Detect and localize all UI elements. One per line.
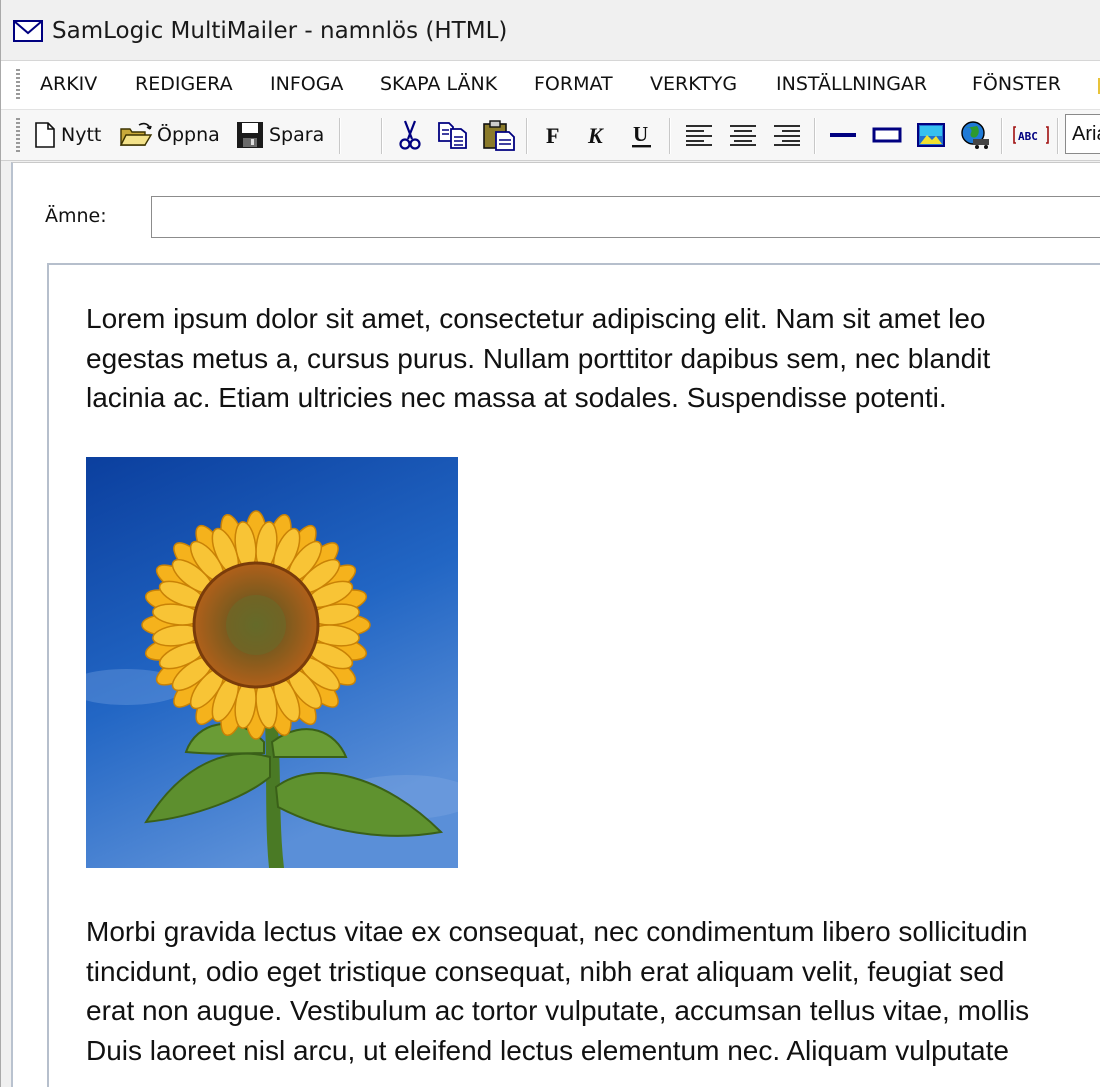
menu-verktyg[interactable]: VERKTYG [650, 73, 737, 95]
menu-fonster[interactable]: FÖNSTER [972, 73, 1061, 95]
svg-text:F: F [546, 123, 559, 148]
toolbar-grip-handle[interactable] [16, 118, 20, 152]
svg-text:ABC: ABC [1018, 130, 1038, 143]
menu-format[interactable]: FORMAT [534, 73, 613, 95]
menubar-grip-handle[interactable] [16, 69, 20, 101]
menu-infoga[interactable]: INFOGA [270, 73, 343, 95]
insert-link-button[interactable] [959, 116, 991, 154]
sunflower-photo[interactable] [86, 457, 458, 868]
menu-bar: ARKIV REDIGERA INFOGA SKAPA LÄNK FORMAT … [1, 61, 1100, 110]
spellcheck-button[interactable]: ABC [1012, 116, 1050, 154]
new-document-icon [35, 122, 55, 148]
toolbar-separator [1057, 118, 1059, 154]
body-line: Morbi gravida lectus vitae ex consequat,… [86, 916, 1028, 947]
web-globe-icon [961, 121, 989, 149]
toolbar-separator [339, 118, 341, 154]
menu-arkiv[interactable]: ARKIV [40, 73, 97, 95]
italic-icon: K [587, 123, 604, 148]
align-center-button[interactable] [728, 116, 758, 154]
insert-table-button[interactable] [872, 116, 902, 154]
bold-button[interactable]: F [544, 116, 566, 154]
paste-button[interactable] [482, 116, 516, 154]
toolbar: Nytt Öppna Spara F K U ABC Ari [1, 110, 1100, 161]
new-label: Nytt [61, 124, 102, 146]
toolbar-separator [814, 118, 816, 154]
insert-image-button[interactable] [916, 116, 946, 154]
body-paragraph-1: Lorem ipsum dolor sit amet, consectetur … [86, 299, 1100, 418]
font-select[interactable]: Arial [1065, 114, 1100, 154]
save-button[interactable]: Spara [235, 116, 324, 154]
cut-scissors-icon [399, 120, 421, 150]
paste-icon [483, 120, 515, 151]
toolbar-separator [381, 118, 383, 154]
window-title: SamLogic MultiMailer - namnlös (HTML) [52, 18, 508, 44]
body-paragraph-2: Morbi gravida lectus vitae ex consequat,… [86, 912, 1100, 1070]
underline-icon: U [632, 122, 651, 148]
align-left-icon [686, 125, 712, 146]
align-right-button[interactable] [772, 116, 802, 154]
save-label: Spara [269, 124, 325, 146]
title-bar[interactable]: SamLogic MultiMailer - namnlös (HTML) [1, 0, 1100, 61]
body-line: egestas metus a, cursus purus. Nullam po… [86, 342, 991, 374]
menu-skapa-lank[interactable]: SKAPA LÄNK [380, 73, 497, 95]
open-folder-icon [119, 122, 153, 146]
svg-text:K: K [587, 123, 604, 148]
body-line: tincidunt, odio eget tristique consequat… [86, 955, 1005, 987]
spellcheck-icon: ABC [1013, 126, 1049, 144]
align-center-icon [730, 125, 756, 146]
insert-image-icon [917, 123, 945, 147]
horizontal-line-icon [830, 133, 856, 137]
body-line: erat non augue. Vestibulum ac tortor vul… [86, 995, 1030, 1026]
italic-button[interactable]: K [587, 116, 611, 154]
toolbar-separator [526, 118, 528, 154]
align-left-button[interactable] [684, 116, 714, 154]
new-button[interactable]: Nytt [33, 116, 101, 154]
underline-button[interactable]: U [631, 116, 653, 154]
copy-button[interactable] [437, 116, 471, 154]
horizontal-line-button[interactable] [828, 116, 858, 154]
open-button[interactable]: Öppna [119, 116, 220, 154]
body-line: Duis laoreet nisl arcu, ut eleifend lect… [86, 1034, 1009, 1066]
html-editor[interactable]: Lorem ipsum dolor sit amet, consectetur … [47, 263, 1100, 1087]
save-disk-icon [237, 122, 263, 148]
open-label: Öppna [157, 124, 220, 146]
bold-icon: F [546, 123, 559, 148]
subject-label: Ämne: [45, 205, 107, 227]
envelope-icon [13, 20, 43, 42]
table-frame-icon [872, 127, 902, 143]
copy-icon [438, 122, 467, 149]
body-line: Lorem ipsum dolor sit amet, consectetur … [86, 303, 986, 334]
application-window: SamLogic MultiMailer - namnlös (HTML) AR… [0, 0, 1100, 1087]
subject-input[interactable] [151, 196, 1100, 238]
cut-button[interactable] [397, 116, 423, 154]
body-line: lacinia ac. Etiam ultricies nec massa at… [86, 382, 947, 413]
toolbar-separator [1001, 118, 1003, 154]
message-pane: Ämne: Lorem ipsum dolor sit amet, consec… [11, 162, 1100, 1087]
menu-installningar[interactable]: INSTÄLLNINGAR [776, 73, 927, 95]
menu-redigera[interactable]: REDIGERA [135, 73, 233, 95]
svg-text:U: U [633, 122, 648, 146]
align-right-icon [774, 125, 800, 146]
toolbar-separator [669, 118, 671, 154]
